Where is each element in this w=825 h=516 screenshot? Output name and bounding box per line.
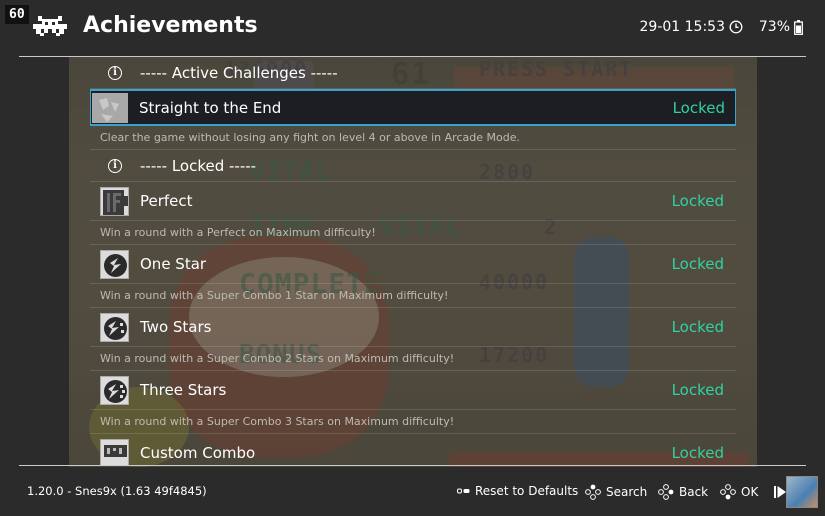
section-title: ----- Active Challenges ----- [140,64,338,82]
achievement-description-text: Win a round with a Super Combo 3 Stars o… [100,415,455,428]
achievement-description: Win a round with a Super Combo 1 Star on… [90,284,736,308]
datetime-text: 29-01 15:53 [639,19,725,35]
battery-percent: 73% [758,19,790,35]
achievement-description-text: Win a round with a Super Combo 2 Stars o… [100,352,455,365]
info-icon: i [108,66,122,80]
hint-label: OK [741,485,759,499]
battery-status: 73% [759,19,803,35]
achievement-description-text: Win a round with a Perfect on Maximum di… [100,226,376,239]
achievement-row-one-star[interactable]: One Star Locked [90,245,736,284]
achievement-description: Clear the game without losing any fight … [90,126,736,150]
select-button-icon [457,488,470,494]
achievement-badge-icon [100,439,129,465]
battery-icon [794,19,803,35]
achievement-badge-icon [92,93,128,123]
section-header-locked: i ----- Locked ----- [90,150,736,182]
achievement-status: Locked [671,255,724,273]
achievement-badge-icon [100,187,129,216]
achievement-name: Straight to the End [139,99,282,117]
resume-content-icon[interactable] [774,486,786,498]
page-title: Achievements [83,13,258,38]
achievement-name: Three Stars [140,381,227,399]
achievement-status: Locked [671,318,724,336]
achievement-name: One Star [140,255,207,273]
achievement-name: Perfect [140,192,193,210]
achievement-name: Two Stars [140,318,212,336]
achievement-description-text: Win a round with a Super Combo 1 Star on… [100,289,449,302]
achievement-status: Locked [671,192,724,210]
achievement-status: Locked [672,99,725,117]
achievement-row-perfect[interactable]: Perfect Locked [90,182,736,221]
section-header-active-challenges: i ----- Active Challenges ----- [90,57,736,89]
button-y-icon [585,484,601,500]
button-b-icon [658,484,674,500]
achievement-row-three-stars[interactable]: Three Stars Locked [90,371,736,410]
retroarch-logo-icon [33,16,67,36]
achievement-description: Win a round with a Super Combo 3 Stars o… [90,410,736,434]
clock: 29-01 15:53 [640,19,743,35]
version-info: 1.20.0 - Snes9x (1.63 49f4845) [27,484,207,498]
achievement-description: Win a round with a Perfect on Maximum di… [90,221,736,245]
footer: 1.20.0 - Snes9x (1.63 49f4845) Reset to … [0,466,825,516]
achievement-badge-icon [100,376,129,405]
achievement-status: Locked [671,444,724,462]
reset-to-defaults-button[interactable]: Reset to Defaults [457,484,578,498]
info-icon: i [108,159,122,173]
achievement-description: Win a round with a Super Combo 2 Stars o… [90,347,736,371]
hint-label: Back [679,485,709,499]
back-button[interactable]: Back [658,484,708,500]
achievement-row-custom-combo[interactable]: Custom Combo Locked [90,434,736,465]
button-a-icon [720,484,736,500]
hint-label: Search [606,485,648,499]
achievement-list[interactable]: i ----- Active Challenges ----- Straight… [90,57,736,465]
achievement-badge-icon [100,313,129,342]
ok-button[interactable]: OK [720,484,758,500]
content-thumbnail[interactable] [786,476,818,508]
achievement-description-text: Clear the game without losing any fight … [100,131,520,144]
achievement-row-two-stars[interactable]: Two Stars Locked [90,308,736,347]
section-title: ----- Locked ----- [140,157,257,175]
clock-icon [729,20,743,34]
search-button[interactable]: Search [585,484,647,500]
hint-label: Reset to Defaults [475,484,579,498]
achievement-badge-icon [100,250,129,279]
achievement-status: Locked [671,381,724,399]
achievement-row-straight-to-the-end[interactable]: Straight to the End Locked [90,89,736,126]
achievement-name: Custom Combo [140,444,256,462]
header: Achievements 29-01 15:53 73% [0,0,825,56]
